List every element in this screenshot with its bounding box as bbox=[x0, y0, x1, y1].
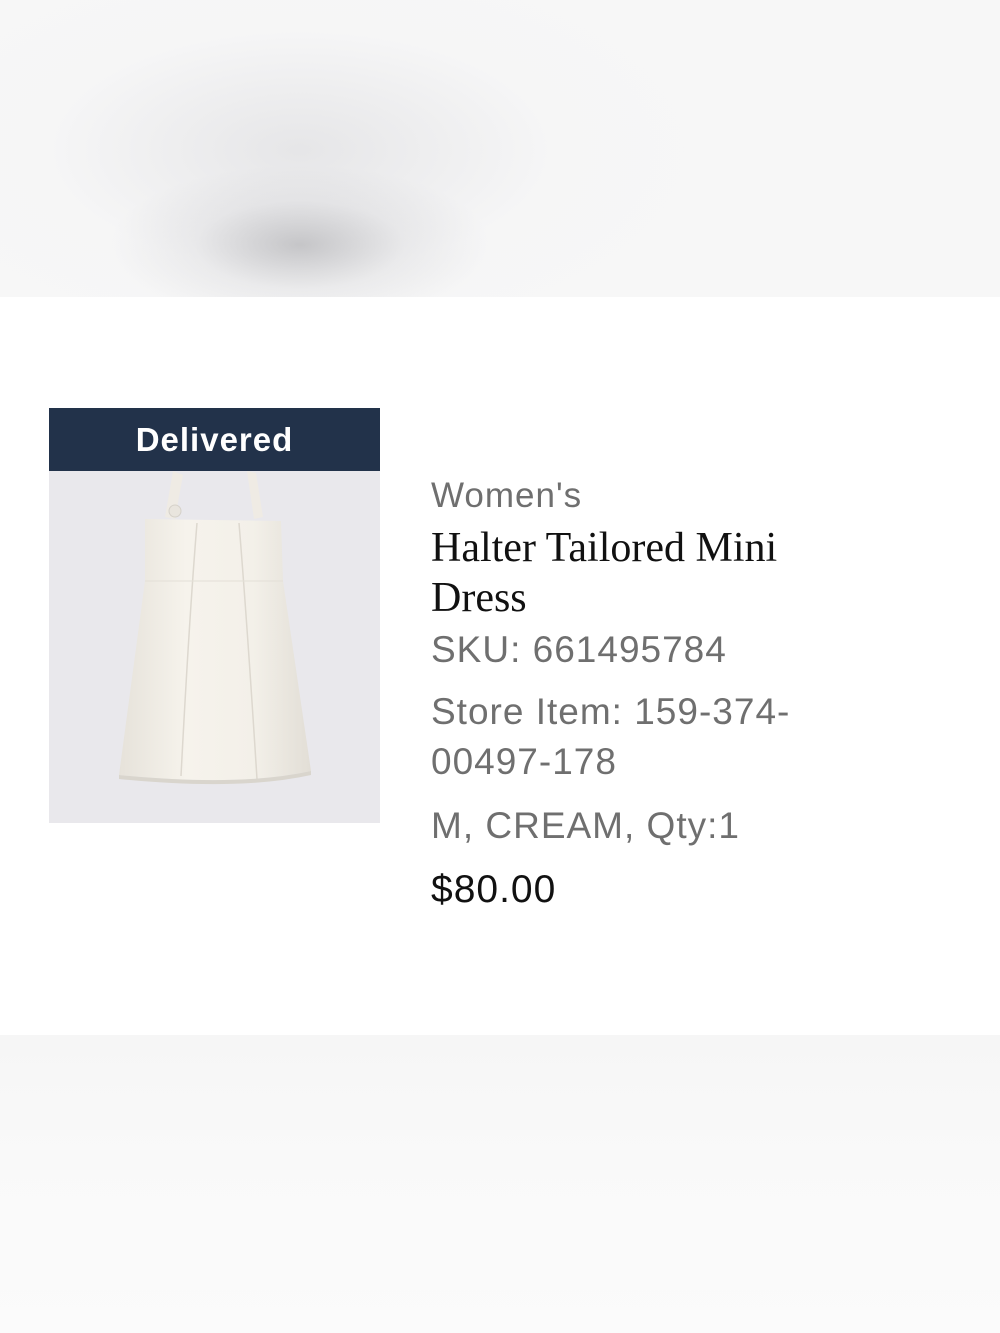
product-price: $80.00 bbox=[431, 868, 557, 911]
product-variant: M, CREAM, Qty:1 bbox=[431, 805, 740, 846]
product-category: Women's bbox=[431, 476, 583, 515]
product-sku: SKU: 661495784 bbox=[431, 629, 727, 670]
delivery-status-badge: Delivered bbox=[49, 408, 380, 471]
product-details: Women's Halter Tailored Mini Dress SKU: … bbox=[431, 471, 871, 915]
blurred-background-top bbox=[0, 0, 1000, 297]
product-name[interactable]: Halter Tailored Mini Dress bbox=[431, 523, 871, 623]
dress-product-image bbox=[119, 471, 311, 785]
product-thumbnail[interactable]: Delivered bbox=[49, 408, 380, 823]
blurred-background-bottom bbox=[0, 1035, 1000, 1333]
store-item-number: Store Item: 159-374-00497-178 bbox=[431, 691, 791, 782]
order-item-card[interactable]: Delivered Women's Halter Tailored Mini D… bbox=[0, 297, 1000, 1035]
